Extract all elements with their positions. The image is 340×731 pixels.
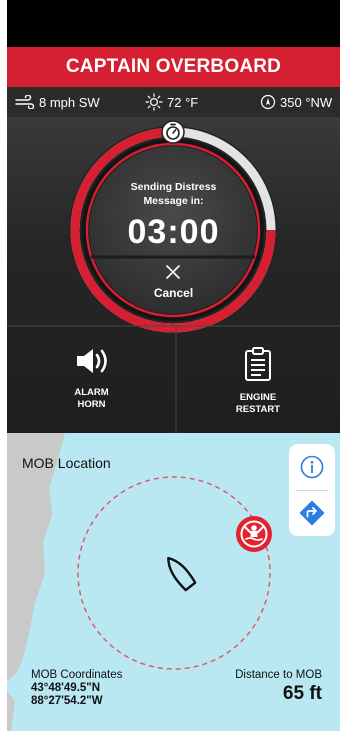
distress-message-line2: Message in: [143, 195, 204, 207]
info-button[interactable] [289, 444, 335, 490]
distance-label: Distance to MOB [235, 669, 322, 681]
longitude-value: 88°27'54.2"W [31, 695, 103, 707]
temperature-text: 72 °F [167, 94, 199, 110]
heading-text: 350 °NW [280, 94, 333, 110]
progress-knob-icon [161, 120, 185, 144]
sun-icon [145, 93, 163, 111]
temperature-readout: 72 °F [145, 87, 198, 117]
weather-bar: 8 mph SW 72 °F 350 °NW [7, 87, 340, 117]
app-screen: CAPTAIN OVERBOARD 8 mph SW 72 °F 350 °NW… [7, 0, 340, 731]
alarm-horn-label-line2: HORN [77, 399, 106, 410]
engine-restart-button[interactable]: ENGINE RESTART [176, 342, 340, 432]
person-overboard-icon [236, 516, 272, 552]
mob-marker[interactable] [234, 514, 274, 554]
compass-icon [260, 94, 276, 110]
mob-location-title: MOB Location [22, 455, 111, 471]
wind-icon [15, 95, 35, 109]
speaker-icon [76, 349, 107, 373]
alarm-horn-button[interactable]: ALARM HORN [7, 342, 176, 432]
alarm-horn-label-line1: ALARM [74, 387, 109, 398]
mob-map[interactable]: MOB Location MOB Coordinates 43°48'49.5"… [7, 433, 340, 731]
engine-restart-label-line2: RESTART [235, 404, 281, 415]
page-title: CAPTAIN OVERBOARD [65, 56, 282, 77]
map-controls [289, 444, 335, 536]
status-bar [7, 0, 340, 47]
boat-icon [167, 556, 197, 592]
mob-coordinates: MOB Coordinates 43°48'49.5"N 88°27'54.2"… [31, 669, 122, 708]
distance-value: 65 ft [282, 683, 322, 704]
distance-to-mob: Distance to MOB 65 ft [235, 669, 322, 706]
info-icon [300, 455, 324, 479]
directions-icon [299, 500, 325, 526]
heading-readout: 350 °NW [260, 87, 332, 117]
left-margin [0, 0, 7, 731]
engine-restart-label-line1: ENGINE [239, 392, 277, 403]
distress-message-line1: Sending Distress [130, 181, 217, 193]
countdown-timer: 03:00 [127, 213, 220, 251]
title-bar: CAPTAIN OVERBOARD [7, 47, 340, 87]
land-mass-lower [7, 691, 15, 731]
latitude-value: 43°48'49.5"N [31, 682, 101, 694]
directions-button[interactable] [289, 490, 335, 536]
countdown-panel: Sending Distress Message in: 03:00 Cance… [7, 117, 340, 433]
wind-readout: 8 mph SW [15, 87, 100, 117]
wind-text: 8 mph SW [39, 94, 100, 110]
clipboard-icon [245, 347, 271, 381]
distress-message-label: Sending Distress Message in: [7, 180, 340, 208]
coordinates-label: MOB Coordinates [31, 669, 123, 681]
